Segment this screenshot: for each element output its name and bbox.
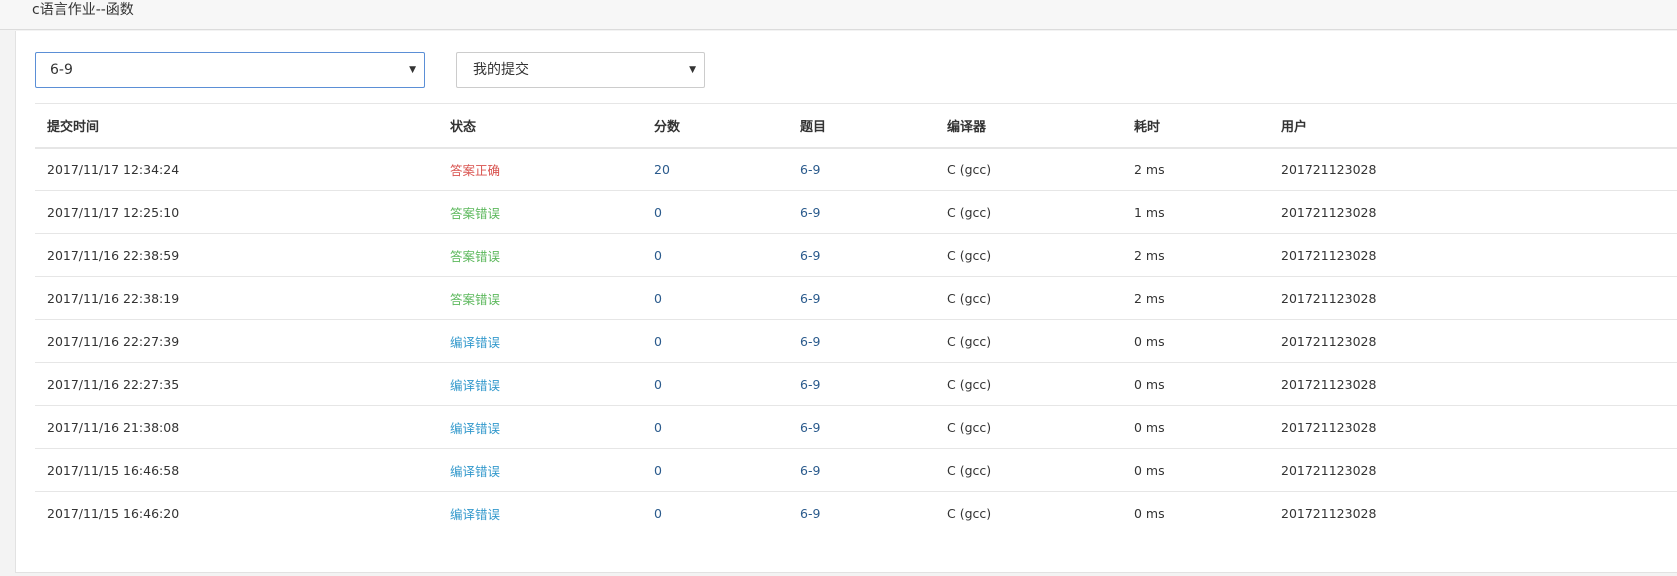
table-row: 2017/11/16 22:38:19 答案错误 0 6-9 C (gcc) 2 ms 20… — [35, 276, 1677, 320]
cell-score[interactable]: 0 — [642, 233, 788, 277]
submissions-panel: 6-9 ▼ 我的提交 ▼ 提交时间 状态 分数 题目 编译器 耗时 用户 201… — [15, 31, 1677, 573]
column-header-compiler: 编译器 — [935, 103, 1122, 149]
cell-status[interactable]: 答案错误 — [438, 276, 642, 320]
table-row: 2017/11/15 16:46:58 编译错误 0 6-9 C (gcc) 0 ms 20… — [35, 448, 1677, 492]
problem-select-value: 6-9 — [50, 62, 73, 78]
table-row: 2017/11/16 22:38:59 答案错误 0 6-9 C (gcc) 2 ms 20… — [35, 233, 1677, 277]
cell-user: 201721123028 — [1269, 190, 1677, 234]
cell-problem[interactable]: 6-9 — [788, 448, 935, 492]
cell-compiler: C (gcc) — [935, 276, 1122, 320]
column-header-status: 状态 — [438, 103, 642, 149]
cell-score[interactable]: 0 — [642, 405, 788, 449]
problem-select[interactable]: 6-9 ▼ — [35, 52, 425, 88]
cell-status[interactable]: 编译错误 — [438, 448, 642, 492]
cell-problem[interactable]: 6-9 — [788, 147, 935, 191]
column-header-problem: 题目 — [788, 103, 935, 149]
cell-problem[interactable]: 6-9 — [788, 405, 935, 449]
cell-compiler: C (gcc) — [935, 233, 1122, 277]
cell-compiler: C (gcc) — [935, 405, 1122, 449]
page-title: c语言作业--函数 — [32, 2, 134, 18]
cell-problem[interactable]: 6-9 — [788, 492, 935, 535]
cell-elapsed: 2 ms — [1122, 233, 1269, 277]
cell-elapsed: 0 ms — [1122, 448, 1269, 492]
caret-down-icon: ▼ — [689, 65, 696, 75]
cell-status[interactable]: 编译错误 — [438, 492, 642, 535]
cell-status[interactable]: 答案错误 — [438, 233, 642, 277]
submissions-table-wrap: 提交时间 状态 分数 题目 编译器 耗时 用户 2017/11/17 12:34… — [35, 103, 1677, 535]
cell-user: 201721123028 — [1269, 147, 1677, 191]
cell-score[interactable]: 20 — [642, 147, 788, 191]
cell-problem[interactable]: 6-9 — [788, 276, 935, 320]
cell-compiler: C (gcc) — [935, 448, 1122, 492]
cell-time: 2017/11/16 22:38:19 — [35, 276, 438, 320]
cell-time: 2017/11/17 12:25:10 — [35, 190, 438, 234]
cell-compiler: C (gcc) — [935, 190, 1122, 234]
cell-status[interactable]: 编译错误 — [438, 405, 642, 449]
cell-problem[interactable]: 6-9 — [788, 233, 935, 277]
table-header-row: 提交时间 状态 分数 题目 编译器 耗时 用户 — [35, 103, 1677, 149]
cell-status[interactable]: 答案正确 — [438, 147, 642, 191]
cell-status[interactable]: 答案错误 — [438, 190, 642, 234]
table-row: 2017/11/16 22:27:35 编译错误 0 6-9 C (gcc) 0 ms 20… — [35, 362, 1677, 406]
cell-elapsed: 0 ms — [1122, 319, 1269, 363]
table-header: 提交时间 状态 分数 题目 编译器 耗时 用户 — [35, 103, 1677, 149]
cell-user: 201721123028 — [1269, 276, 1677, 320]
cell-score[interactable]: 0 — [642, 319, 788, 363]
cell-compiler: C (gcc) — [935, 147, 1122, 191]
cell-elapsed: 0 ms — [1134, 505, 1165, 521]
cell-user: 201721123028 — [1269, 448, 1677, 492]
column-header-score: 分数 — [642, 103, 788, 149]
cell-problem[interactable]: 6-9 — [788, 362, 935, 406]
table-row: 2017/11/15 16:46:20 编译错误 0 6-9 C (gcc) 0 ms 20… — [35, 492, 1677, 535]
cell-user: 201721123028 — [1269, 233, 1677, 277]
table-row: 2017/11/16 22:27:39 编译错误 0 6-9 C (gcc) 0 ms 20… — [35, 319, 1677, 363]
cell-user: 201721123028 — [1269, 405, 1677, 449]
submissions-table: 提交时间 状态 分数 题目 编译器 耗时 用户 2017/11/17 12:34… — [35, 103, 1677, 535]
cell-compiler: C (gcc) — [947, 505, 992, 521]
cell-time: 2017/11/15 16:46:58 — [35, 448, 438, 492]
cell-elapsed: 2 ms — [1122, 147, 1269, 191]
cell-status[interactable]: 编译错误 — [438, 362, 642, 406]
cell-problem[interactable]: 6-9 — [788, 319, 935, 363]
cell-time: 2017/11/16 22:38:59 — [35, 233, 438, 277]
cell-score[interactable]: 0 — [642, 362, 788, 406]
cell-status[interactable]: 编译错误 — [438, 319, 642, 363]
scope-select-value: 我的提交 — [473, 62, 529, 78]
cell-score[interactable]: 0 — [642, 190, 788, 234]
cell-compiler: C (gcc) — [935, 362, 1122, 406]
cell-score[interactable]: 0 — [642, 276, 788, 320]
cell-time: 2017/11/15 16:46:20 — [47, 505, 180, 521]
column-header-elapsed: 耗时 — [1122, 103, 1269, 149]
cell-score[interactable]: 0 — [642, 492, 788, 535]
cell-time: 2017/11/16 22:27:39 — [35, 319, 438, 363]
cell-time: 2017/11/17 12:34:24 — [35, 147, 438, 191]
cell-time: 2017/11/16 21:38:08 — [35, 405, 438, 449]
cell-user: 201721123028 — [1269, 362, 1677, 406]
cell-elapsed: 0 ms — [1122, 405, 1269, 449]
cell-compiler: C (gcc) — [935, 319, 1122, 363]
table-row: 2017/11/17 12:34:24 答案正确 20 6-9 C (gcc) 2 ms 2… — [35, 147, 1677, 191]
cell-elapsed: 2 ms — [1122, 276, 1269, 320]
cell-score[interactable]: 0 — [642, 448, 788, 492]
table-body: 2017/11/17 12:34:24 答案正确 20 6-9 C (gcc) 2 ms 2… — [35, 147, 1677, 535]
caret-down-icon: ▼ — [409, 65, 416, 75]
cell-user: 201721123028 — [1281, 505, 1377, 521]
cell-elapsed: 1 ms — [1122, 190, 1269, 234]
column-header-user: 用户 — [1269, 103, 1677, 149]
cell-elapsed: 0 ms — [1122, 362, 1269, 406]
table-row: 2017/11/16 21:38:08 编译错误 0 6-9 C (gcc) 0 ms 20… — [35, 405, 1677, 449]
page-header: c语言作业--函数 — [0, 0, 1677, 30]
table-row: 2017/11/17 12:25:10 答案错误 0 6-9 C (gcc) 1 ms 20… — [35, 190, 1677, 234]
cell-user: 201721123028 — [1269, 319, 1677, 363]
cell-time: 2017/11/16 22:27:35 — [35, 362, 438, 406]
scope-select[interactable]: 我的提交 ▼ — [456, 52, 705, 88]
cell-problem[interactable]: 6-9 — [788, 190, 935, 234]
column-header-time: 提交时间 — [35, 103, 438, 149]
